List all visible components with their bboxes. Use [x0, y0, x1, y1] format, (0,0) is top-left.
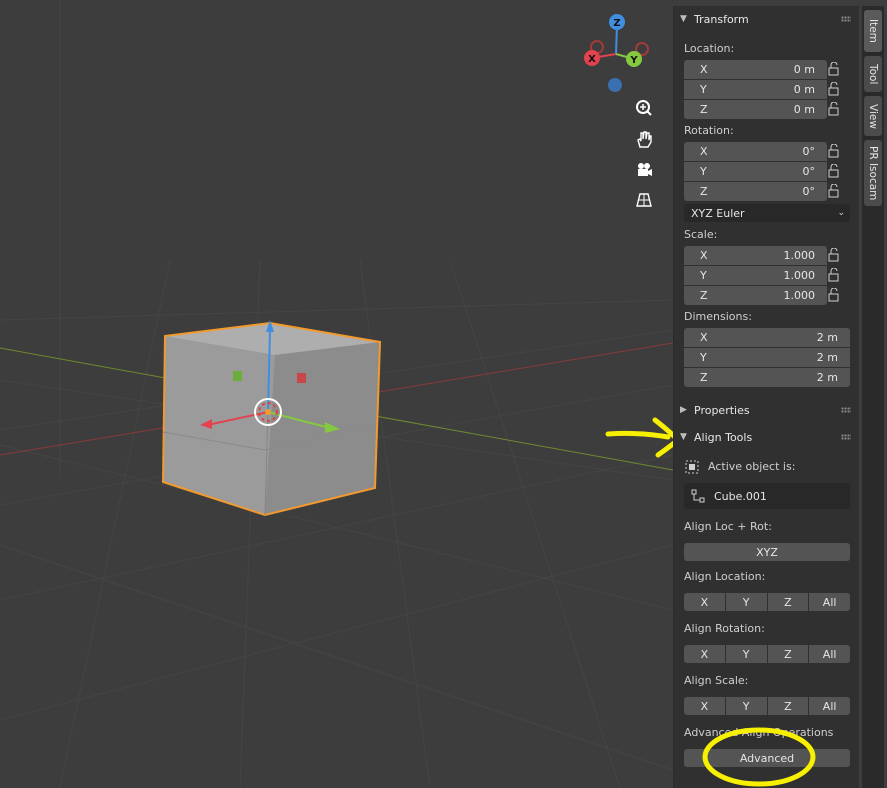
location-y-field[interactable]: Y0 m	[684, 80, 827, 99]
gizmo-z-label: Z	[613, 18, 620, 29]
align-scale-x-button[interactable]: X	[684, 697, 725, 715]
lock-icon[interactable]	[827, 144, 841, 158]
lock-icon[interactable]	[827, 288, 841, 302]
scale-x-field[interactable]: X 1.000	[684, 246, 827, 265]
drag-handle-icon[interactable]	[841, 16, 851, 22]
dimensions-y-field[interactable]: Y2 m	[684, 348, 850, 367]
drag-handle-icon[interactable]	[841, 434, 851, 440]
gizmo-x-label: X	[588, 54, 596, 65]
location-z-field[interactable]: Z0 m	[684, 100, 827, 119]
align-scale-all-button[interactable]: All	[809, 697, 850, 715]
object-select-icon	[685, 460, 699, 474]
gizmo-y-label: Y	[629, 55, 638, 66]
scale-label: Scale:	[684, 228, 718, 241]
align-scale-z-button[interactable]: Z	[767, 697, 809, 715]
object-icon	[691, 489, 705, 503]
chevron-down-icon: ⌄	[837, 208, 845, 218]
align-location-y-button[interactable]: Y	[725, 593, 767, 611]
properties-header-label: Properties	[694, 403, 750, 417]
dimensions-z-field[interactable]: Z2 m	[684, 368, 850, 387]
perspective-grid-icon[interactable]	[631, 187, 657, 213]
rotation-x-field[interactable]: X 0°	[684, 142, 827, 161]
active-object-name: Cube.001	[714, 489, 767, 503]
transform-header[interactable]: ▼ Transform	[674, 8, 859, 30]
align-tools-header-label: Align Tools	[694, 430, 753, 444]
lock-icon[interactable]	[827, 268, 841, 282]
sidebar-panel: ▼ Transform Location: X0 m Y0 m Z0 m Rot…	[673, 6, 859, 788]
lock-icon[interactable]	[827, 184, 841, 198]
tab-view[interactable]: View	[864, 96, 882, 136]
lock-icon[interactable]	[827, 248, 841, 262]
properties-header[interactable]: ▶ Properties	[674, 399, 859, 421]
scale-y-field[interactable]: Y 1.000	[684, 266, 827, 285]
align-scale-y-button[interactable]: Y	[725, 697, 767, 715]
hand-pan-icon[interactable]	[631, 126, 657, 152]
chevron-right-icon: ▶	[680, 405, 687, 415]
scale-z-field[interactable]: Z 1.000	[684, 286, 827, 305]
align-rotation-all-button[interactable]: All	[809, 645, 850, 663]
tab-tool[interactable]: Tool	[864, 56, 882, 92]
lock-icon[interactable]	[827, 62, 841, 76]
cube[interactable]	[161, 321, 382, 517]
align-scale-label: Align Scale:	[684, 674, 749, 687]
rotation-z-field[interactable]: Z 0°	[684, 182, 827, 201]
camera-icon[interactable]	[631, 157, 657, 183]
lock-icon[interactable]	[827, 82, 841, 96]
align-rotation-z-button[interactable]: Z	[767, 645, 809, 663]
sidebar-tabs: Item Tool View PR Isocam	[862, 6, 884, 788]
align-rotation-label: Align Rotation:	[684, 622, 765, 635]
location-label: Location:	[684, 42, 735, 55]
lock-icon[interactable]	[827, 102, 841, 116]
align-tools-header[interactable]: ▼ Align Tools	[674, 426, 859, 448]
chevron-down-icon: ▼	[680, 432, 687, 442]
lock-icon[interactable]	[827, 164, 841, 178]
zoom-icon[interactable]	[631, 95, 657, 121]
location-x-field[interactable]: X0 m	[684, 60, 827, 79]
align-location-all-button[interactable]: All	[809, 593, 850, 611]
3d-viewport[interactable]: Z X Y	[0, 0, 673, 788]
align-loc-rot-xyz-button[interactable]: XYZ	[684, 543, 850, 561]
align-rotation-buttons: X Y Z All	[684, 645, 850, 663]
align-location-x-button[interactable]: X	[684, 593, 725, 611]
align-scale-buttons: X Y Z All	[684, 697, 850, 715]
dimensions-x-field[interactable]: X2 m	[684, 328, 850, 347]
viewport-grid	[0, 0, 673, 788]
align-location-z-button[interactable]: Z	[767, 593, 809, 611]
align-location-buttons: X Y Z All	[684, 593, 850, 611]
annotation-circle	[702, 727, 816, 787]
active-object-label: Active object is:	[708, 460, 796, 473]
tab-pr-isocam[interactable]: PR Isocam	[864, 140, 882, 206]
rotation-mode-select[interactable]: XYZ Euler ⌄	[684, 204, 850, 222]
drag-handle-icon[interactable]	[841, 407, 851, 413]
tab-item[interactable]: Item	[864, 10, 882, 52]
align-rotation-y-button[interactable]: Y	[725, 645, 767, 663]
active-object-field[interactable]: Cube.001	[684, 483, 850, 509]
align-loc-rot-label: Align Loc + Rot:	[684, 520, 772, 533]
align-location-label: Align Location:	[684, 570, 766, 583]
transform-header-label: Transform	[694, 12, 749, 26]
navigation-gizmo[interactable]: Z X Y	[578, 12, 654, 98]
annotation-arrow	[605, 417, 673, 458]
dimensions-label: Dimensions:	[684, 310, 752, 323]
rotation-label: Rotation:	[684, 124, 734, 137]
rotation-y-field[interactable]: Y 0°	[684, 162, 827, 181]
align-rotation-x-button[interactable]: X	[684, 645, 725, 663]
chevron-down-icon: ▼	[680, 14, 687, 24]
